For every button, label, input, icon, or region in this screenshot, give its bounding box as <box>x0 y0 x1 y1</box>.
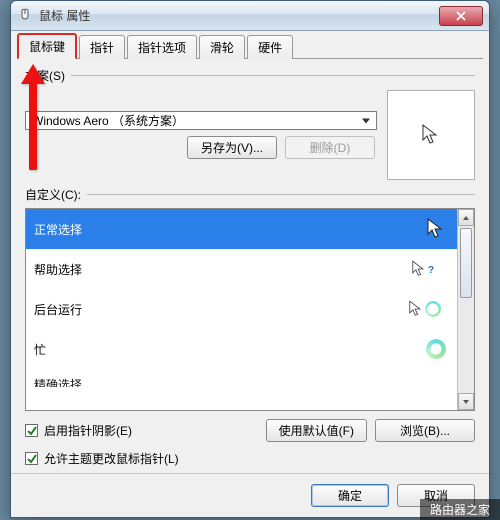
scheme-dropdown[interactable]: Windows Aero （系统方案） <box>25 111 377 130</box>
enable-shadow-label: 启用指针阴影(E) <box>44 422 132 439</box>
tab-pointer-options[interactable]: 指针选项 <box>127 35 197 59</box>
allow-themes-label: 允许主题更改鼠标指针(L) <box>44 450 179 467</box>
tab-pointers[interactable]: 指针 <box>79 35 125 59</box>
svg-text:?: ? <box>428 265 434 276</box>
ring-icon <box>423 336 449 362</box>
save-as-button[interactable]: 另存为(V)... <box>187 136 277 159</box>
customize-label: 自定义(C): <box>25 186 81 203</box>
tab-buttons[interactable]: 鼠标键 <box>17 33 77 59</box>
scroll-up-button[interactable] <box>458 209 474 226</box>
allow-themes-checkbox[interactable] <box>25 452 38 465</box>
mouse-properties-window: 鼠标 属性 鼠标键 指针 指针选项 滑轮 硬件 方案(S) Windows Ae… <box>10 0 490 518</box>
ok-button[interactable]: 确定 <box>311 484 389 507</box>
list-item[interactable]: 精确选择 <box>26 369 457 387</box>
tab-hardware[interactable]: 硬件 <box>247 35 293 59</box>
enable-shadow-checkbox[interactable] <box>25 424 38 437</box>
tab-bar: 鼠标键 指针 指针选项 滑轮 硬件 <box>11 31 489 59</box>
scroll-thumb[interactable] <box>460 228 472 298</box>
tab-wheel[interactable]: 滑轮 <box>199 35 245 59</box>
list-item[interactable]: 忙 <box>26 329 457 369</box>
use-default-button[interactable]: 使用默认值(F) <box>266 419 367 442</box>
browse-button[interactable]: 浏览(B)... <box>375 419 475 442</box>
list-item[interactable]: 后台运行 <box>26 289 457 329</box>
window-title: 鼠标 属性 <box>39 7 439 24</box>
arrow-ring-icon <box>401 296 449 322</box>
dialog-footer: 确定 取消 <box>11 473 489 517</box>
scrollbar[interactable] <box>457 209 474 410</box>
titlebar[interactable]: 鼠标 属性 <box>11 1 489 31</box>
list-item[interactable]: 帮助选择 ? <box>26 249 457 289</box>
customize-group: 自定义(C): 正常选择 帮助选择 ? <box>25 186 475 467</box>
scheme-selected-value: Windows Aero （系统方案） <box>32 112 184 129</box>
annotation-arrow-icon <box>18 60 48 173</box>
cursor-listbox[interactable]: 正常选择 帮助选择 ? 后台运行 <box>25 208 475 411</box>
arrow-icon <box>423 216 449 242</box>
delete-button: 删除(D) <box>285 136 375 159</box>
watermark-source: 路由器之家 <box>420 499 500 520</box>
close-button[interactable] <box>439 6 483 26</box>
arrow-help-icon: ? <box>401 256 449 282</box>
cursor-preview-large <box>387 90 475 180</box>
scroll-down-button[interactable] <box>458 393 474 410</box>
app-icon <box>17 8 33 24</box>
tab-content: 方案(S) Windows Aero （系统方案） 另存为(V)... 删除(D… <box>11 59 489 473</box>
list-item[interactable]: 正常选择 <box>26 209 457 249</box>
scheme-group: 方案(S) Windows Aero （系统方案） 另存为(V)... 删除(D… <box>25 67 475 180</box>
